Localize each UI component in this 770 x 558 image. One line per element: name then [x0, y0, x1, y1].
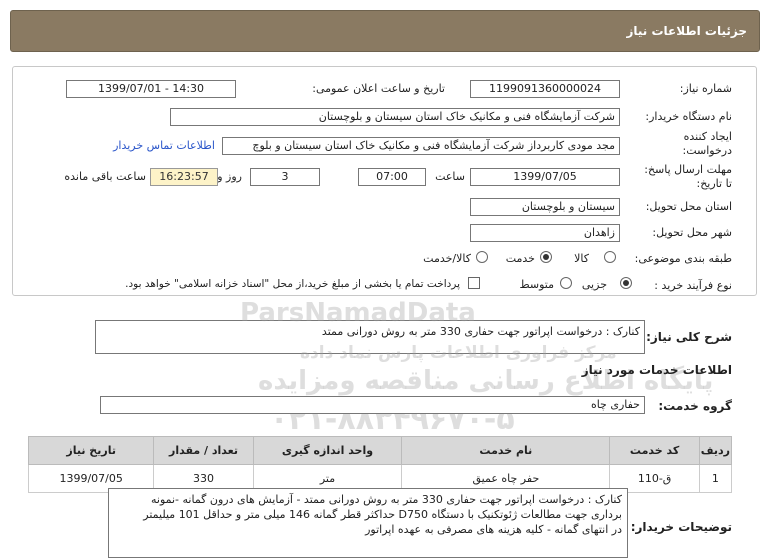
- remaining-label: ساعت باقی مانده: [64, 170, 146, 183]
- buyer-notes-line1: کنارک : درخواست اپراتور جهت حفاری 330 مت…: [150, 493, 622, 506]
- province-label: استان محل تحویل:: [645, 200, 732, 213]
- page-header: جزئیات اطلاعات نیاز: [10, 10, 760, 52]
- days-label: روز و: [217, 170, 242, 183]
- process-label: نوع فرآیند خرید :: [654, 279, 732, 292]
- announce-date-field[interactable]: 1399/07/01 - 14:30: [66, 80, 236, 98]
- col-row: ردیف: [698, 436, 733, 465]
- summary-label: شرح کلی نیاز:: [646, 330, 732, 344]
- col-service-name: نام خدمت: [401, 436, 611, 465]
- category-service-label: خدمت: [505, 252, 535, 265]
- services-table: ردیف کد خدمت نام خدمت واحد اندازه گیری ت…: [27, 436, 733, 493]
- service-group-label: گروه خدمت:: [658, 399, 732, 413]
- treasury-payment-note: پرداخت تمام یا بخشی از مبلغ خرید،از محل …: [125, 278, 460, 290]
- buyer-contact-link[interactable]: اطلاعات تماس خریدار: [113, 139, 215, 152]
- col-service-code: کد خدمت: [609, 436, 700, 465]
- city-label: شهر محل تحویل:: [652, 226, 732, 239]
- category-goods-service-radio[interactable]: [476, 251, 488, 263]
- col-unit: واحد اندازه گیری: [252, 436, 403, 465]
- process-medium-label: متوسط: [519, 278, 554, 291]
- deadline-date-field[interactable]: 1399/07/05: [470, 168, 620, 186]
- page-title: جزئیات اطلاعات نیاز: [626, 24, 747, 38]
- remaining-time-field: 16:23:57: [150, 168, 218, 186]
- table-header-row: ردیف کد خدمت نام خدمت واحد اندازه گیری ت…: [27, 436, 733, 465]
- category-goods-service-label: کالا/خدمت: [423, 252, 471, 265]
- category-label: طبقه بندی موضوعی:: [634, 252, 732, 265]
- services-section-title: اطلاعات خدمات مورد نیاز: [581, 363, 732, 377]
- category-goods-label: کالا: [574, 252, 589, 265]
- creator-label: ایجاد کننده: [683, 130, 732, 143]
- province-field[interactable]: سیستان و بلوچستان: [470, 198, 620, 216]
- creator-field[interactable]: مجد مودی کاربرداز شرکت آزمایشگاه فنی و م…: [222, 137, 620, 155]
- treasury-payment-checkbox[interactable]: [468, 277, 480, 289]
- buyer-notes-field[interactable]: کنارک : درخواست اپراتور جهت حفاری 330 مت…: [108, 488, 628, 558]
- process-minor-label: جزیی: [581, 278, 607, 291]
- category-service-radio[interactable]: [540, 251, 552, 263]
- deadline-label-2: تا تاریخ:: [696, 177, 732, 190]
- time-label: ساعت: [435, 170, 465, 183]
- buyer-field[interactable]: شرکت آزمایشگاه فنی و مکانیک خاک استان سی…: [170, 108, 620, 126]
- summary-field[interactable]: کنارک : درخواست اپراتور جهت حفاری 330 مت…: [95, 320, 645, 354]
- cell-row: 1: [698, 464, 733, 493]
- category-goods-radio[interactable]: [604, 251, 616, 263]
- service-group-field[interactable]: حفاری چاه: [100, 396, 645, 414]
- buyer-notes-label: توضیحات خریدار:: [630, 520, 732, 534]
- need-number-label: شماره نیاز:: [679, 82, 732, 95]
- process-minor-radio[interactable]: [620, 277, 632, 289]
- deadline-label: مهلت ارسال پاسخ:: [644, 163, 732, 176]
- buyer-notes-line2: برداری جهت مطالعات ژئوتکنیک با دستگاه D7…: [143, 508, 622, 521]
- col-need-date: تاریخ نیاز: [27, 436, 155, 465]
- buyer-label: نام دستگاه خریدار:: [645, 110, 732, 123]
- announce-date-label: تاریخ و ساعت اعلان عمومی:: [312, 82, 445, 95]
- process-medium-radio[interactable]: [560, 277, 572, 289]
- creator-label-2: درخواست:: [682, 144, 732, 157]
- buyer-notes-line3: در انتهای گمانه - کلیه هزینه های مصرفی ب…: [365, 523, 622, 536]
- days-field[interactable]: 3: [250, 168, 320, 186]
- need-number-field[interactable]: 1199091360000024: [470, 80, 620, 98]
- deadline-time-field[interactable]: 07:00: [358, 168, 426, 186]
- col-quantity: تعداد / مقدار: [153, 436, 254, 465]
- city-field[interactable]: زاهدان: [470, 224, 620, 242]
